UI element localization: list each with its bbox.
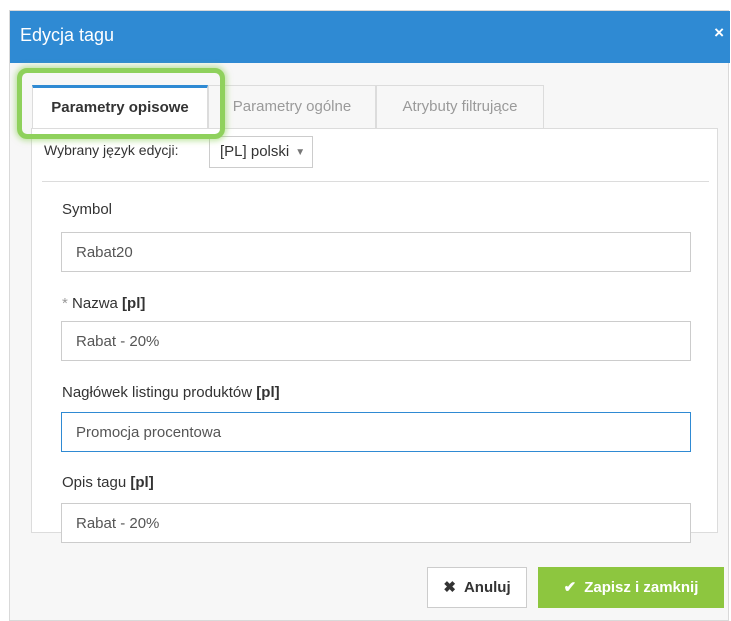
tab-parametry-opisowe[interactable]: Parametry opisowe (32, 85, 208, 129)
tag-description-input[interactable] (61, 503, 691, 543)
tab-parametry-ogolne[interactable]: Parametry ogólne (208, 85, 376, 129)
name-input[interactable] (61, 321, 691, 361)
language-label: Wybrany język edycji: (44, 142, 179, 158)
edit-tag-dialog: Edycja tagu × Parametry opisowe Parametr… (9, 10, 730, 621)
cancel-button[interactable]: ✖ Anuluj (427, 567, 527, 608)
close-icon: ✖ (443, 579, 456, 596)
save-and-close-button-label: Zapisz i zamknij (584, 579, 699, 596)
tag-description-label-text: Opis tagu (62, 474, 127, 491)
symbol-label: Symbol (62, 201, 112, 218)
name-label: * Nazwa [pl] (62, 295, 145, 312)
divider (42, 181, 709, 182)
name-lang-tag: [pl] (122, 295, 146, 312)
symbol-input[interactable] (61, 232, 691, 272)
close-icon[interactable]: × (714, 23, 724, 43)
name-label-text: Nazwa (72, 295, 118, 312)
listing-header-input[interactable] (61, 412, 691, 452)
checkmark-icon: ✔ (563, 579, 577, 596)
language-selected-value: [PL] polski (220, 143, 290, 160)
listing-header-lang-tag: [pl] (256, 384, 280, 401)
save-and-close-button[interactable]: ✔ Zapisz i zamknij (538, 567, 724, 608)
chevron-down-icon: ▼ (295, 147, 306, 158)
cancel-button-label: Anuluj (463, 579, 511, 596)
listing-header-label-text: Nagłówek listingu produktów (62, 384, 253, 401)
tag-description-label: Opis tagu [pl] (62, 474, 154, 491)
tag-description-lang-tag: [pl] (130, 474, 154, 491)
tab-atrybuty-filtrujace[interactable]: Atrybuty filtrujące (376, 85, 544, 129)
symbol-label-text: Symbol (62, 201, 113, 218)
tab-panel-descriptive: Wybrany język edycji: [PL] polski ▼ Symbo… (31, 128, 718, 543)
dialog-title: Edycja tagu (20, 25, 115, 45)
required-mark: * (62, 295, 68, 312)
language-select[interactable]: [PL] polski ▼ (209, 136, 313, 168)
dialog-header: Edycja tagu × (10, 11, 730, 63)
listing-header-label: Nagłówek listingu produktów [pl] (62, 384, 280, 401)
